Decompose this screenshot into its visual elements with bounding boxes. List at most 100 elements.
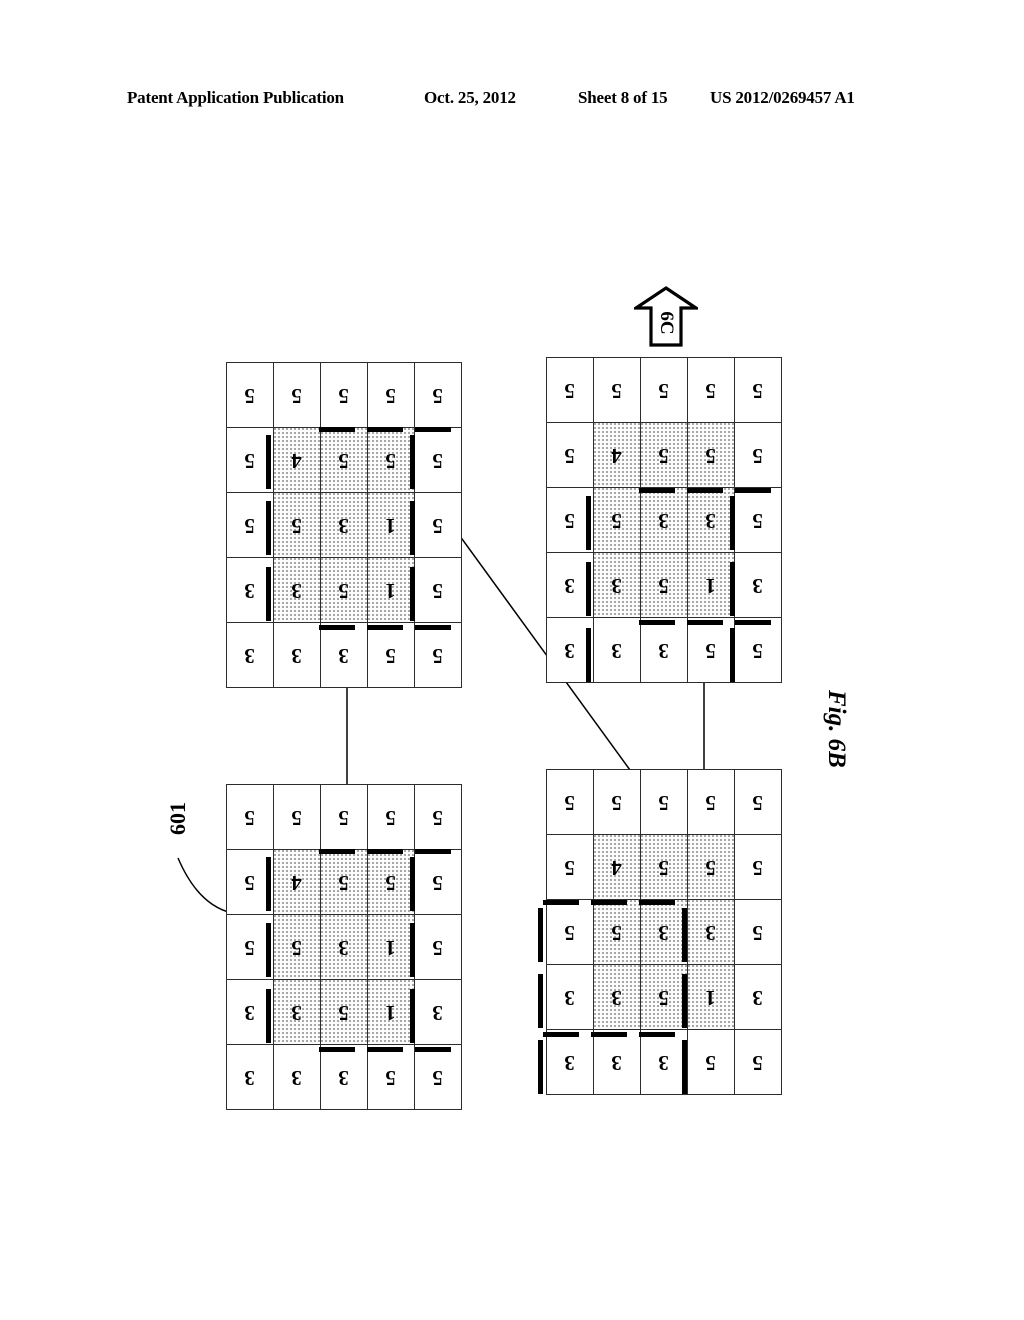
cell-value: 3 [338,513,350,538]
cell-value: 1 [385,935,397,960]
grid-cell: 4 [273,849,321,915]
grid-cell: 5 [687,1029,735,1095]
grid-cell: 3 [640,1029,688,1095]
cell-value: 5 [611,378,623,403]
grid-cell: 1 [687,964,735,1030]
grid-cell: 3 [593,617,641,683]
boundary-marker [730,562,736,616]
grid-cell: 5 [640,422,688,488]
cell-value: 4 [291,870,303,895]
grid-cell: 5 [414,362,462,428]
boundary-marker [266,989,272,1043]
grid-row: 5 5 1 1 5 [367,784,415,1115]
cell-value: 5 [432,643,444,668]
boundary-marker [266,567,272,621]
grid-row: 5 5 3 5 3 [640,769,688,1100]
patent-figure: 6C 601 Fig. 6B 5 5 5 5 5 5 5 1 1 5 5 5 3 5 3 5 4 5 3 3 5 5 5 3 3… [0,0,1024,1320]
grid-cell: 5 [414,492,462,558]
cell-value: 3 [338,935,350,960]
cell-value: 3 [658,920,670,945]
cell-value: 3 [611,1050,623,1075]
cell-value: 3 [291,1000,303,1025]
cell-value: 5 [705,855,717,880]
cell-value: 3 [432,1000,444,1025]
cell-value: 5 [705,790,717,815]
cell-value: 3 [658,638,670,663]
grid-row: 5 5 3 1 5 [687,357,735,688]
cell-value: 5 [338,870,350,895]
cell-value: 3 [564,638,576,663]
cell-value: 5 [432,513,444,538]
grid-row: 5 5 5 3 5 [734,357,782,688]
cell-value: 5 [385,1065,397,1090]
cell-value: 5 [432,1065,444,1090]
cell-value: 5 [385,383,397,408]
cell-value: 5 [611,790,623,815]
boundary-marker [543,899,579,905]
grid-cell: 5 [320,362,368,428]
boundary-marker [682,908,688,962]
cell-value: 5 [432,448,444,473]
grid-cell: 5 [414,914,462,980]
cell-value: 1 [385,578,397,603]
grid-row: 5 5 5 3 3 [546,769,594,1100]
grid-cell: 3 [593,552,641,618]
boundary-marker [266,501,272,555]
boundary-marker [735,487,771,493]
grid-cell: 3 [273,979,321,1045]
boundary-marker [410,989,416,1043]
grid-cell: 5 [734,487,782,553]
grid-cell: 5 [320,784,368,850]
grid-bottom-right-body: 5 5 5 3 5 5 5 3 1 5 5 5 3 5 3 5 4 5 3 3 5 5 5 3 3 [538,769,782,1100]
boundary-marker [538,1040,544,1094]
grid-cell: 5 [226,784,274,850]
grid-cell: 5 [273,362,321,428]
grid-bottom-right: 5 5 5 3 5 5 5 3 1 5 5 5 3 5 3 5 4 5 3 3 5 5 5 3 3 [538,769,782,1100]
boundary-marker [586,628,592,682]
cell-value: 5 [752,508,764,533]
cell-value: 5 [244,805,256,830]
boundary-marker [586,562,592,616]
boundary-marker [538,974,544,1028]
cell-value: 5 [244,513,256,538]
grid-cell: 4 [593,834,641,900]
grid-cell: 5 [414,427,462,493]
grid-cell: 4 [593,422,641,488]
grid-cell: 5 [593,769,641,835]
cell-value: 5 [338,383,350,408]
cell-value: 5 [658,855,670,880]
grid-cell: 5 [734,1029,782,1095]
grid-cell: 3 [640,899,688,965]
grid-cell: 5 [687,617,735,683]
cell-value: 5 [705,378,717,403]
boundary-marker [730,628,736,682]
grid-row: 5 5 3 5 3 [640,357,688,688]
grid-cell: 3 [320,622,368,688]
cell-value: 4 [291,448,303,473]
boundary-marker [415,426,451,432]
cell-value: 5 [385,643,397,668]
grid-cell: 5 [734,769,782,835]
cell-value: 5 [291,805,303,830]
cell-value: 3 [705,920,717,945]
grid-cell: 3 [273,1044,321,1110]
cell-value: 3 [564,573,576,598]
cell-value: 5 [752,1050,764,1075]
boundary-marker [538,908,544,962]
grid-cell: 5 [593,899,641,965]
grid-cell: 5 [546,834,594,900]
grid-cell: 3 [273,557,321,623]
grid-cell: 5 [273,492,321,558]
cell-value: 3 [705,508,717,533]
grid-cell: 5 [546,769,594,835]
grid-cell: 5 [414,557,462,623]
cell-value: 5 [564,378,576,403]
cell-value: 3 [564,1050,576,1075]
cell-value: 3 [752,573,764,598]
boundary-marker [591,1031,627,1037]
grid-cell: 5 [687,834,735,900]
grid-cell: 5 [367,362,415,428]
grid-cell: 5 [320,427,368,493]
grid-cell: 5 [367,849,415,915]
cell-value: 5 [658,443,670,468]
